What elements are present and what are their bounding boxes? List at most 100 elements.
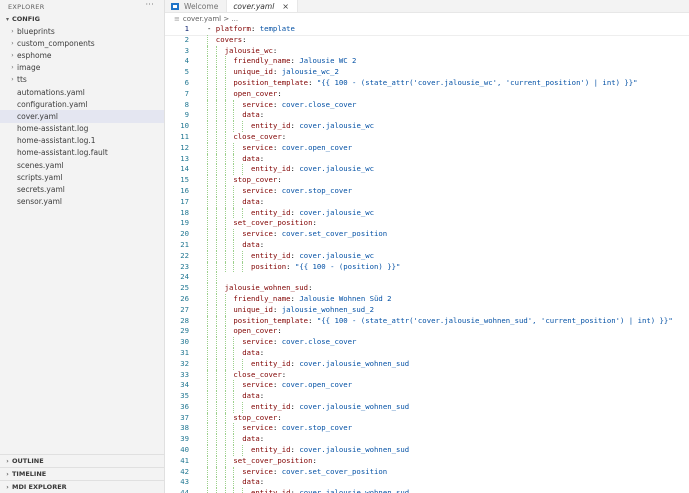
code-line[interactable]: 28 position_template: "{{ 100 - (state_at…	[165, 315, 689, 327]
more-actions-icon[interactable]: ···	[145, 0, 154, 9]
indent-guide	[224, 196, 226, 208]
indent-guide	[215, 337, 217, 348]
code-line[interactable]: 5 unique_id: jalousie_wc_2	[165, 67, 689, 78]
code-line[interactable]: 39 data:	[165, 434, 689, 446]
code-line[interactable]: 43 data:	[165, 477, 689, 489]
code-text: data:	[242, 477, 264, 488]
indent-guide	[224, 358, 226, 370]
code-line[interactable]: 9 data:	[165, 110, 689, 122]
code-line[interactable]: 11 close_cover:	[165, 131, 689, 143]
folder-item[interactable]: › tts	[0, 74, 164, 86]
code-line[interactable]: 42 service: cover.set_cover_position	[165, 466, 689, 478]
code-line[interactable]: 21 data:	[165, 239, 689, 251]
code-line[interactable]: 20 service: cover.set_cover_position	[165, 229, 689, 240]
file-item[interactable]: scenes.yaml	[0, 159, 164, 171]
code-line[interactable]: 14 entity_id: cover.jalousie_wc	[165, 164, 689, 176]
file-item[interactable]: secrets.yaml	[0, 183, 164, 195]
indent-guide	[207, 196, 208, 208]
file-item[interactable]: home-assistant.log	[0, 123, 164, 135]
line-number: 23	[180, 261, 189, 271]
code-line[interactable]: 34 service: cover.open_cover	[165, 380, 689, 392]
yaml-key: jalousie_wohnen_sud	[224, 283, 309, 293]
indent-guide	[215, 77, 217, 89]
line-number: 5	[184, 67, 189, 77]
code-text: data:	[242, 154, 264, 165]
indent-guide	[224, 412, 226, 424]
code-line[interactable]: 33 close_cover:	[165, 369, 689, 381]
indent-guide	[215, 229, 217, 240]
code-line[interactable]: 12 service: cover.open_cover	[165, 142, 689, 154]
code-line[interactable]: 8 service: cover.close_cover	[165, 99, 689, 111]
outline-section[interactable]: › OUTLINE	[0, 454, 164, 467]
code-line[interactable]: 10 entity_id: cover.jalousie_wc	[165, 121, 689, 132]
yaml-value: Jalousie Wohnen Süd 2	[299, 293, 392, 303]
code-line[interactable]: 35 data:	[165, 391, 689, 402]
timeline-section[interactable]: › TIMELINE	[0, 467, 164, 480]
code-line[interactable]: 27 unique_id: jalousie_wohnen_sud_2	[165, 304, 689, 316]
file-item[interactable]: cover.yaml	[0, 110, 164, 123]
yaml-key: entity_id	[251, 121, 291, 131]
breadcrumb[interactable]: ≡ cover.yaml > ...	[165, 13, 689, 24]
code-line[interactable]: 3 jalousie_wc:	[165, 45, 689, 57]
tree-item-label: sensor.yaml	[17, 197, 62, 207]
file-item[interactable]: automations.yaml	[0, 86, 164, 98]
code-line[interactable]: 7 open_cover:	[165, 88, 689, 100]
code-line[interactable]: 18 entity_id: cover.jalousie_wc	[165, 207, 689, 219]
code-line[interactable]: 13 data:	[165, 153, 689, 165]
code-line[interactable]: 36 entity_id: cover.jalousie_wohnen_sud	[165, 401, 689, 413]
tab-welcome-label: Welcome	[184, 1, 219, 11]
code-editor[interactable]: 1 - platform: template 2 covers: 3 jalousie_w…	[165, 24, 689, 493]
yaml-key: data	[242, 110, 260, 120]
code-line[interactable]: 37 stop_cover:	[165, 412, 689, 424]
close-icon[interactable]: ×	[282, 2, 289, 11]
code-line[interactable]: 4 friendly_name: Jalousie WC 2	[165, 56, 689, 68]
line-number: 34	[180, 380, 189, 390]
code-line[interactable]: 26 friendly_name: Jalousie Wohnen Süd 2	[165, 293, 689, 305]
yaml-key: open_cover	[233, 326, 278, 336]
code-line[interactable]: 6 position_template: "{{ 100 - (state_att…	[165, 77, 689, 89]
file-item[interactable]: scripts.yaml	[0, 171, 164, 183]
code-line[interactable]: 32 entity_id: cover.jalousie_wohnen_sud	[165, 358, 689, 370]
code-line[interactable]: 17 data:	[165, 196, 689, 208]
file-item[interactable]: sensor.yaml	[0, 196, 164, 208]
line-number: 6	[184, 77, 189, 87]
tree-item-label: configuration.yaml	[17, 99, 88, 109]
code-line[interactable]: 2 covers:	[165, 34, 689, 46]
code-text: close_cover:	[233, 370, 286, 381]
code-line[interactable]: 1 - platform: template	[165, 24, 689, 36]
code-line[interactable]: 23 position: "{{ 100 - (position) }}"	[165, 261, 689, 273]
code-text: data:	[242, 348, 264, 359]
code-line[interactable]: 16 service: cover.stop_cover	[165, 185, 689, 197]
indent-guide	[207, 45, 208, 57]
code-line[interactable]: 25 jalousie_wohnen_sud:	[165, 283, 689, 294]
folder-item[interactable]: › custom_components	[0, 37, 164, 49]
file-item[interactable]: home-assistant.log.fault	[0, 147, 164, 159]
code-line[interactable]: 44 entity_id: cover.jalousie_wohnen_sud	[165, 488, 689, 493]
code-line[interactable]: 24	[165, 272, 689, 284]
folder-item[interactable]: › image	[0, 62, 164, 74]
mdi-explorer-section[interactable]: › MDI EXPLORER	[0, 480, 164, 493]
code-line[interactable]: 19 set_cover_position:	[165, 218, 689, 230]
code-line[interactable]: 31 data:	[165, 347, 689, 359]
indent-guide	[224, 88, 226, 100]
code-line[interactable]: 41 set_cover_position:	[165, 455, 689, 467]
indent-guide	[215, 401, 217, 413]
code-line[interactable]: 15 stop_cover:	[165, 175, 689, 186]
code-line[interactable]: 30 service: cover.close_cover	[165, 337, 689, 348]
tab-cover-yaml[interactable]: cover.yaml ×	[227, 0, 298, 12]
tree-item-label: secrets.yaml	[17, 185, 65, 195]
indent-guide	[233, 466, 235, 478]
workspace-folder-header[interactable]: ▾ CONFIG	[0, 13, 164, 25]
tab-welcome[interactable]: Welcome	[165, 0, 228, 12]
code-line[interactable]: 40 entity_id: cover.jalousie_wohnen_sud	[165, 445, 689, 456]
indent-guide	[233, 380, 235, 392]
code-line[interactable]: 38 service: cover.stop_cover	[165, 423, 689, 435]
code-line[interactable]: 22 entity_id: cover.jalousie_wc	[165, 250, 689, 262]
file-item[interactable]: configuration.yaml	[0, 98, 164, 110]
folder-item[interactable]: › blueprints	[0, 25, 164, 37]
file-item[interactable]: home-assistant.log.1	[0, 135, 164, 147]
indent-guide	[215, 45, 217, 57]
code-line[interactable]: 29 open_cover:	[165, 326, 689, 338]
indent-guide	[207, 250, 208, 262]
folder-item[interactable]: › esphome	[0, 49, 164, 61]
